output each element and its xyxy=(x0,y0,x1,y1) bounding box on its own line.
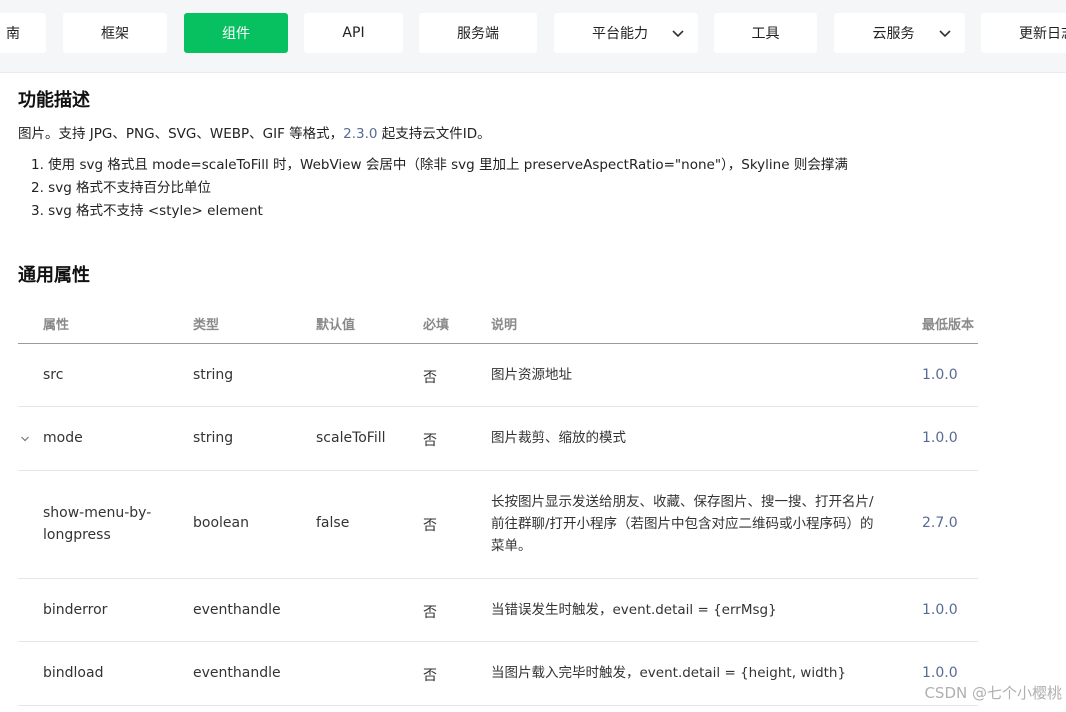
cell-version[interactable]: 2.7.0 xyxy=(922,515,958,531)
cell-version[interactable]: 1.0.0 xyxy=(922,602,958,618)
header-type: 类型 xyxy=(193,318,220,333)
header-default: 默认值 xyxy=(316,318,356,333)
table-row: show-menu-by-longpress boolean false 否 长… xyxy=(18,471,978,579)
cell-type: string xyxy=(193,430,234,446)
cell-version[interactable]: 1.0.0 xyxy=(922,430,958,446)
cell-required: 否 xyxy=(423,518,437,534)
cell-required: 否 xyxy=(423,370,437,386)
tab-api[interactable]: API xyxy=(304,13,403,53)
tab-changelog[interactable]: 更新日志 xyxy=(981,13,1066,53)
tab-label: 框架 xyxy=(101,26,129,42)
cell-attr: bindload xyxy=(43,665,104,681)
cell-version[interactable]: 1.0.0 xyxy=(922,367,958,383)
tab-components[interactable]: 组件 xyxy=(184,13,288,53)
chevron-down-icon xyxy=(672,30,684,38)
cell-required: 否 xyxy=(423,433,437,449)
tab-label: 组件 xyxy=(222,26,250,42)
cell-attr: show-menu-by-longpress xyxy=(43,505,152,543)
list-item: 2. svg 格式不支持百分比单位 xyxy=(31,180,212,196)
list-item: 3. svg 格式不支持 <style> element xyxy=(31,203,263,219)
tab-label: 南 xyxy=(6,26,20,42)
table-row: src string 否 图片资源地址 1.0.0 xyxy=(18,344,978,407)
cell-type: eventhandle xyxy=(193,602,281,618)
tab-server[interactable]: 服务端 xyxy=(419,13,537,53)
table-row: binderror eventhandle 否 当错误发生时触发，event.d… xyxy=(18,579,978,642)
cell-attr: mode xyxy=(43,430,83,446)
cell-desc: 长按图片显示发送给朋友、收藏、保存图片、搜一搜、打开名片/前往群聊/打开小程序（… xyxy=(491,494,874,554)
header-desc: 说明 xyxy=(491,318,518,333)
cell-attr: src xyxy=(43,367,64,383)
tab-cloud-services[interactable]: 云服务 xyxy=(834,13,965,53)
cell-attr: binderror xyxy=(43,602,108,618)
header-min-version: 最低版本 xyxy=(922,318,975,333)
cell-desc: 图片裁剪、缩放的模式 xyxy=(491,430,626,446)
cell-desc: 图片资源地址 xyxy=(491,367,572,383)
tab-platform-capabilities[interactable]: 平台能力 xyxy=(554,13,698,53)
expand-chevron-icon[interactable] xyxy=(20,434,30,444)
header-attr: 属性 xyxy=(43,318,70,333)
tab-label: 工具 xyxy=(751,26,780,42)
cell-type: eventhandle xyxy=(193,665,281,681)
cell-default: false xyxy=(316,515,350,531)
tab-tools[interactable]: 工具 xyxy=(714,13,817,53)
tab-label: 更新日志 xyxy=(1019,26,1066,42)
table-row: bindload eventhandle 否 当图片载入完毕时触发，event.… xyxy=(18,642,978,706)
top-navigation: 南 框架 组件 API 服务端 平台能力 工具 云服务 更新日志 xyxy=(0,0,1066,73)
tab-label: 平台能力 xyxy=(592,26,648,42)
attributes-table: 属性 类型 默认值 必填 说明 最低版本 src string 否 图片资源地址… xyxy=(18,298,978,706)
section-title-common-attributes: 通用属性 xyxy=(18,265,90,286)
cell-desc: 当错误发生时触发，event.detail = {errMsg} xyxy=(491,602,777,618)
section-title-description: 功能描述 xyxy=(18,90,90,111)
tab-label: 服务端 xyxy=(457,26,499,42)
cell-default: scaleToFill xyxy=(316,430,386,446)
table-row: mode string scaleToFill 否 图片裁剪、缩放的模式 1.0… xyxy=(18,407,978,471)
cell-desc: 当图片载入完毕时触发，event.detail = {height, width… xyxy=(491,665,847,681)
tab-framework[interactable]: 框架 xyxy=(63,13,167,53)
table-header: 属性 类型 默认值 必填 说明 最低版本 xyxy=(18,298,978,344)
header-required: 必填 xyxy=(423,318,450,333)
tab-label: API xyxy=(342,25,365,41)
notes-list: 1. 使用 svg 格式且 mode=scaleToFill 时，WebView… xyxy=(31,154,848,223)
watermark: CSDN @七个小樱桃 xyxy=(924,684,1062,702)
intro-text-end: 起支持云文件ID。 xyxy=(377,126,491,142)
cell-required: 否 xyxy=(423,668,437,684)
intro-text-start: 图片。支持 JPG、PNG、SVG、WEBP、GIF 等格式， xyxy=(18,126,344,142)
cell-required: 否 xyxy=(423,605,437,621)
cell-type: string xyxy=(193,367,234,383)
intro-text: 图片。支持 JPG、PNG、SVG、WEBP、GIF 等格式，2.3.0 起支持… xyxy=(18,122,491,142)
tab-label: 云服务 xyxy=(872,26,915,42)
tab-guide[interactable]: 南 xyxy=(0,13,46,53)
list-item: 1. 使用 svg 格式且 mode=scaleToFill 时，WebView… xyxy=(31,157,848,173)
cell-version[interactable]: 1.0.0 xyxy=(922,665,958,681)
cell-type: boolean xyxy=(193,515,249,531)
version-link[interactable]: 2.3.0 xyxy=(343,126,377,142)
chevron-down-icon xyxy=(939,30,951,38)
